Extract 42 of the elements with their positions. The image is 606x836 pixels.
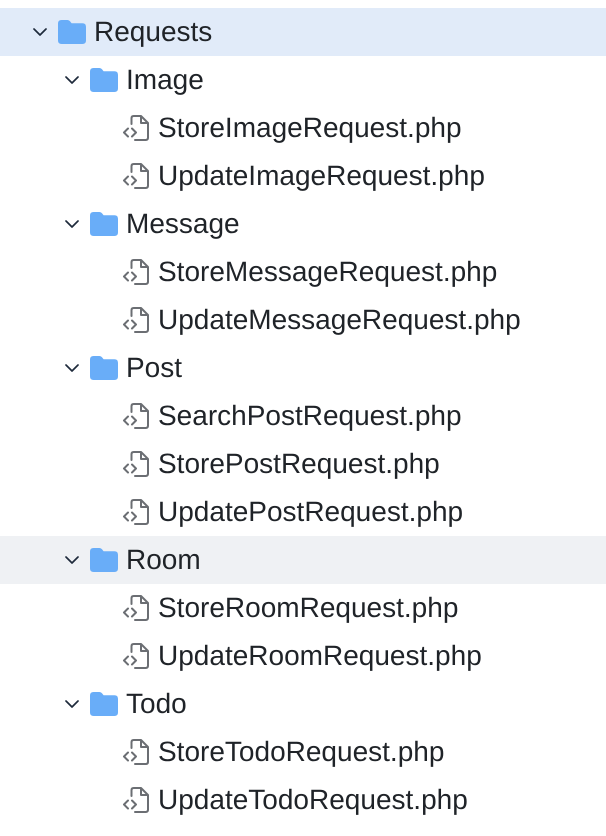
code-file-icon [122,595,150,621]
file-name: StoreImageRequest.php [158,114,462,142]
file-name: UpdateImageRequest.php [158,162,485,190]
code-file-icon [122,643,150,669]
folder-icon [90,548,118,572]
code-file-icon [122,739,150,765]
file-name: StorePostRequest.php [158,450,440,478]
folder-icon [90,692,118,716]
code-file-icon [122,787,150,813]
folder-name: Message [126,210,240,238]
folder-name: Requests [94,18,212,46]
file-name: UpdatePostRequest.php [158,498,464,526]
folder-icon [90,356,118,380]
file-name: StoreTodoRequest.php [158,738,444,766]
file-name: StoreMessageRequest.php [158,258,498,286]
folder-icon [58,20,86,44]
chevron-down-icon[interactable] [33,28,47,36]
file-name: UpdateRoomRequest.php [158,642,482,670]
code-file-icon [122,499,150,525]
file-name: UpdateMessageRequest.php [158,306,521,334]
code-file-icon [122,403,150,429]
folder-icon [90,212,118,236]
folder-row[interactable]: Requests [0,8,606,56]
code-file-icon [122,259,150,285]
file-name: UpdateTodoRequest.php [158,786,468,814]
folder-name: Post [126,354,182,382]
code-file-icon [122,115,150,141]
file-name: StoreRoomRequest.php [158,594,458,622]
chevron-down-icon[interactable] [65,220,79,228]
code-file-icon [122,307,150,333]
chevron-down-icon[interactable] [65,700,79,708]
code-file-icon [122,451,150,477]
folder-name: Image [126,66,204,94]
chevron-down-icon[interactable] [65,364,79,372]
file-name: SearchPostRequest.php [158,402,462,430]
folder-name: Room [126,546,201,574]
folder-row[interactable]: Room [0,536,606,584]
chevron-down-icon[interactable] [65,76,79,84]
chevron-down-icon[interactable] [65,556,79,564]
folder-name: Todo [126,690,187,718]
folder-icon [90,68,118,92]
code-file-icon [122,163,150,189]
